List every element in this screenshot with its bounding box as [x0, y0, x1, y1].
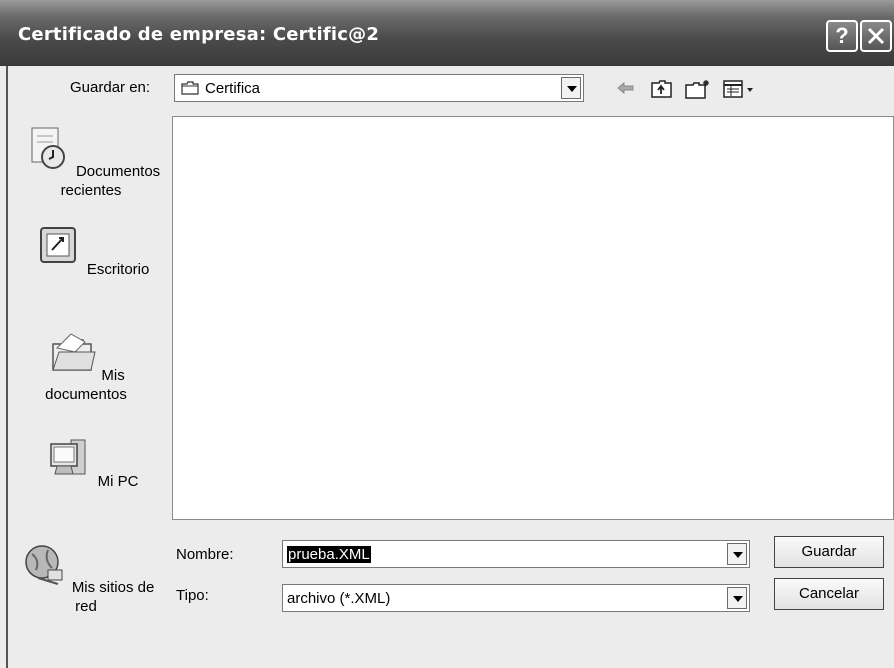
desktop-icon — [39, 227, 76, 263]
help-button[interactable]: ? — [826, 20, 858, 52]
file-list[interactable] — [172, 116, 894, 520]
folder-value: Certifica — [205, 80, 261, 97]
place-label: Documentos recientes — [60, 163, 161, 199]
filetype-dropdown-arrow[interactable] — [727, 587, 747, 609]
back-arrow-icon[interactable] — [614, 78, 636, 98]
filename-input[interactable]: prueba.XML — [282, 540, 750, 568]
folder-dropdown-arrow[interactable] — [561, 77, 581, 99]
network-places-icon — [24, 545, 63, 585]
up-folder-icon[interactable] — [650, 78, 674, 100]
type-label: Tipo: — [176, 587, 209, 604]
place-label: Mi PC — [97, 473, 139, 490]
place-label: Escritorio — [86, 261, 150, 278]
filename-dropdown-arrow[interactable] — [727, 543, 747, 565]
filetype-value: archivo (*.XML) — [287, 590, 391, 607]
my-documents-icon — [52, 333, 96, 371]
filename-value: prueba.XML — [287, 546, 371, 563]
name-label: Nombre: — [176, 546, 234, 563]
place-my-computer[interactable]: Mi PC — [16, 434, 166, 491]
my-computer-icon — [50, 439, 86, 475]
cancel-button[interactable]: Cancelar — [774, 578, 884, 610]
new-folder-icon[interactable] — [684, 78, 712, 100]
window-title: Certificado de empresa: Certific@2 — [18, 24, 380, 45]
title-bar: Certificado de empresa: Certific@2 ? — [0, 0, 894, 66]
views-menu-icon[interactable] — [722, 78, 762, 100]
place-my-documents[interactable]: Mis documentos — [6, 328, 166, 404]
place-label: Mis sitios de red — [71, 579, 155, 615]
save-in-label: Guardar en: — [70, 79, 151, 96]
place-desktop[interactable]: Escritorio — [16, 222, 166, 279]
place-recent-documents[interactable]: Documentos recientes — [16, 124, 166, 200]
close-icon — [867, 27, 885, 45]
close-button[interactable] — [860, 20, 892, 52]
place-network[interactable]: Mis sitios de red — [6, 540, 166, 616]
save-in-dropdown[interactable]: Certifica — [174, 74, 584, 102]
filetype-dropdown[interactable]: archivo (*.XML) — [282, 584, 750, 612]
save-button[interactable]: Guardar — [774, 536, 884, 568]
recent-documents-icon — [31, 127, 65, 169]
folder-icon — [181, 81, 199, 95]
